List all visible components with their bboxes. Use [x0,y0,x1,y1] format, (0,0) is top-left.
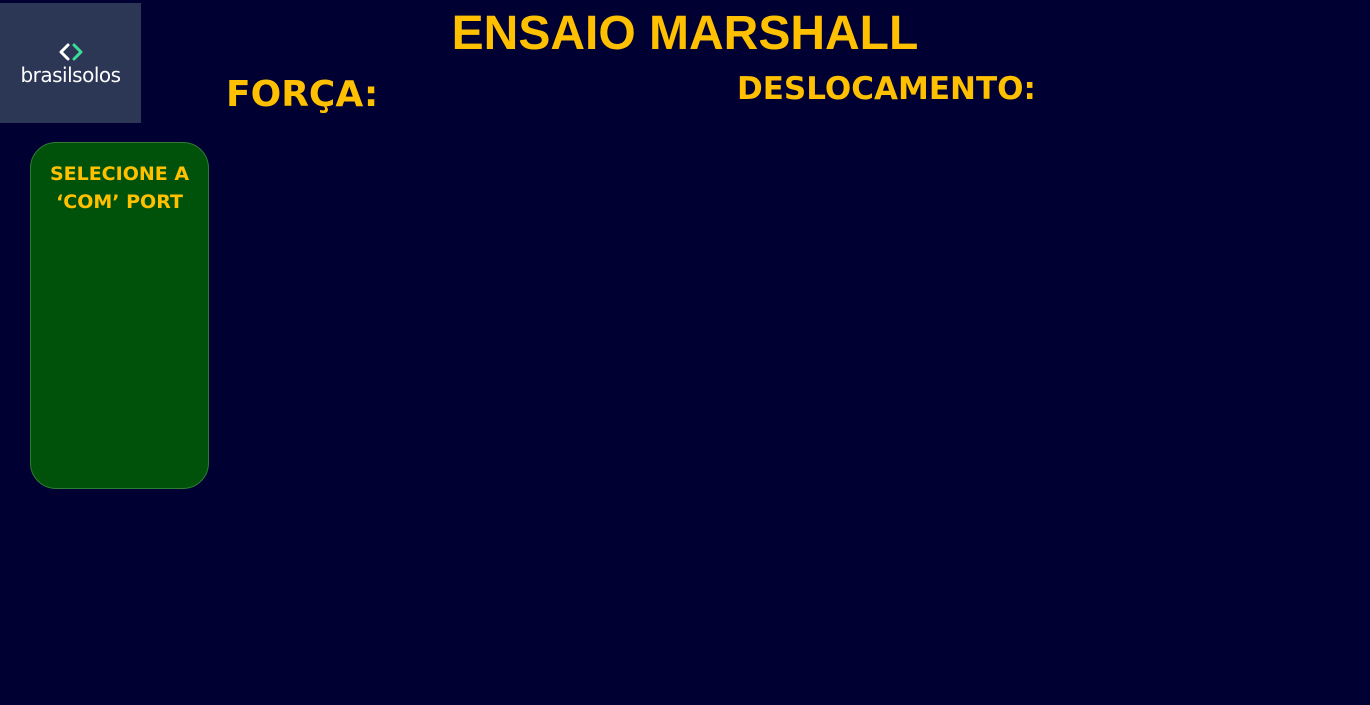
logo-text: brasilsolos [20,62,121,87]
com-port-selector[interactable]: SELECIONE A ‘COM’ PORT [30,142,209,489]
forca-label: FORÇA: [226,74,379,115]
page-title: ENSAIO MARSHALL [451,7,919,60]
deslocamento-label: DESLOCAMENTO: [737,71,1036,107]
com-port-selector-title: SELECIONE A ‘COM’ PORT [49,163,190,213]
